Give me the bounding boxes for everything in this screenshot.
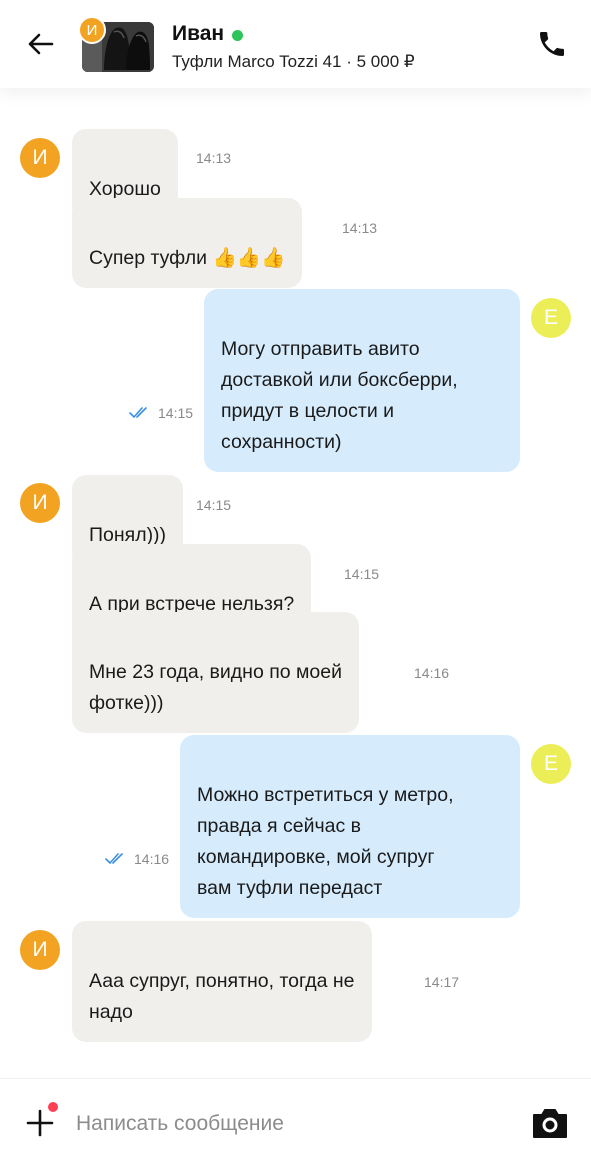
message-time: 14:16 <box>414 665 450 681</box>
message-bubble-incoming[interactable]: Мне 23 года, видно по моей фотке))) <box>72 612 360 733</box>
message-text: Можно встретиться у метро, правда я сейч… <box>197 784 454 899</box>
outgoing-avatar-letter: Е <box>543 752 558 775</box>
camera-button[interactable] <box>530 1107 570 1141</box>
notification-dot <box>48 1102 58 1112</box>
incoming-avatar[interactable]: И <box>20 930 60 970</box>
incoming-avatar[interactable]: И <box>20 138 60 178</box>
phone-icon <box>540 32 564 56</box>
seller-avatar-letter: И <box>86 21 98 39</box>
attach-button[interactable] <box>24 1102 60 1141</box>
back-button[interactable] <box>22 26 58 62</box>
message-bubble-incoming[interactable]: Супер туфли 👍👍👍 <box>72 198 303 288</box>
message-list[interactable]: И Хорошо 14:13 Супер туфли 👍👍👍 14:13 Е М… <box>0 88 591 1078</box>
message-text: Понял))) <box>89 524 167 546</box>
seller-avatar[interactable]: И <box>78 16 106 44</box>
message-time: 14:17 <box>424 974 460 990</box>
camera-icon <box>533 1109 567 1138</box>
message-text: Хорошо <box>89 178 161 200</box>
message-text: Мне 23 года, видно по моей фотке))) <box>89 661 343 714</box>
contact-name-text: Иван <box>172 22 225 45</box>
message-time: 14:16 <box>134 851 170 867</box>
arrow-left-icon <box>28 33 54 55</box>
message-text: Ааа супруг, понятно, тогда не надо <box>89 970 355 1023</box>
message-input[interactable] <box>76 1109 496 1139</box>
message-meta: 14:15 <box>129 405 193 421</box>
message-text: Могу отправить авито доставкой или боксб… <box>221 338 458 453</box>
message-bubble-outgoing[interactable]: Можно встретиться у метро, правда я сейч… <box>180 735 520 918</box>
read-checkmarks-icon <box>129 407 147 419</box>
message-text: Супер туфли 👍👍👍 <box>89 247 286 269</box>
message-bubble-incoming[interactable]: Ааа супруг, понятно, тогда не надо <box>72 921 372 1042</box>
outgoing-avatar[interactable]: Е <box>531 744 571 784</box>
online-status-dot <box>232 29 244 41</box>
incoming-avatar[interactable]: И <box>20 483 60 523</box>
contact-name[interactable]: Иван <box>172 22 244 46</box>
call-button[interactable] <box>534 26 570 62</box>
outgoing-avatar-letter: Е <box>543 306 558 329</box>
outgoing-avatar[interactable]: Е <box>531 298 571 338</box>
message-time: 14:13 <box>342 220 378 236</box>
incoming-avatar-letter: И <box>32 491 48 514</box>
message-meta: 14:16 <box>105 851 169 867</box>
incoming-avatar-letter: И <box>32 146 48 169</box>
message-composer <box>0 1078 591 1171</box>
listing-title[interactable]: Туфли Marco Tozzi 41 · 5 000 ₽ <box>172 52 415 72</box>
message-time: 14:13 <box>196 150 232 166</box>
message-time: 14:15 <box>196 497 232 513</box>
message-time: 14:15 <box>158 405 194 421</box>
read-checkmarks-icon <box>105 853 123 865</box>
message-bubble-outgoing[interactable]: Могу отправить авито доставкой или боксб… <box>204 289 520 472</box>
chat-header: И Иван Туфли Marco Tozzi 41 · 5 000 ₽ <box>0 0 591 88</box>
message-time: 14:15 <box>344 566 380 582</box>
incoming-avatar-letter: И <box>32 938 48 961</box>
